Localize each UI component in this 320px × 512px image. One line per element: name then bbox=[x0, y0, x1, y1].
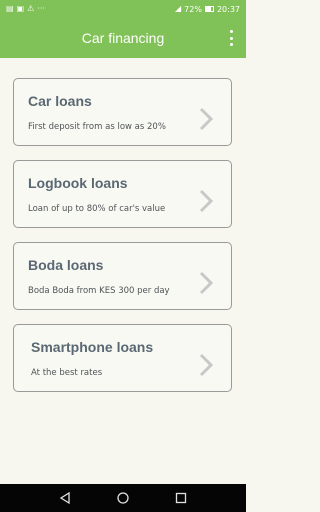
home-circle-icon[interactable] bbox=[116, 491, 130, 505]
loan-list: Car loans First deposit from as low as 2… bbox=[0, 58, 246, 484]
chevron-right-icon bbox=[199, 189, 213, 213]
card-subtitle: At the best rates bbox=[31, 368, 103, 378]
card-subtitle: Loan of up to 80% of car's value bbox=[28, 204, 166, 214]
card-boda-loans[interactable]: Boda loans Boda Boda from KES 300 per da… bbox=[13, 242, 232, 310]
card-subtitle: First deposit from as low as 20% bbox=[28, 122, 166, 132]
battery-percent: 72% bbox=[184, 4, 202, 14]
page-title: Car financing bbox=[81, 30, 165, 46]
chevron-right-icon bbox=[199, 107, 213, 131]
document-icon: ▤ bbox=[6, 4, 14, 13]
dot bbox=[229, 36, 233, 40]
chevron-right-icon bbox=[199, 353, 213, 377]
card-logbook-loans[interactable]: Logbook loans Loan of up to 80% of car's… bbox=[13, 160, 232, 228]
dot bbox=[229, 43, 233, 46]
card-subtitle: Boda Boda from KES 300 per day bbox=[28, 286, 170, 296]
back-triangle-icon[interactable] bbox=[58, 491, 72, 505]
card-title: Boda loans bbox=[28, 257, 104, 273]
card-car-loans[interactable]: Car loans First deposit from as low as 2… bbox=[13, 78, 232, 146]
status-system: ◢ 72% 20:37 bbox=[175, 5, 240, 14]
status-notifications: ▤ ▣ ⚠ ··· bbox=[6, 5, 45, 13]
status-time: 20:37 bbox=[216, 4, 240, 14]
dot bbox=[229, 30, 233, 33]
warning-icon: ⚠ bbox=[27, 4, 35, 13]
chevron-right-icon bbox=[199, 271, 213, 295]
more-vert-icon[interactable] bbox=[228, 30, 234, 46]
card-title: Smartphone loans bbox=[31, 339, 154, 355]
recents-square-icon[interactable] bbox=[174, 491, 188, 505]
signal-icon: ◢ bbox=[175, 4, 182, 13]
gallery-icon: ▣ bbox=[16, 4, 25, 13]
card-title: Car loans bbox=[28, 93, 92, 109]
system-nav-bar bbox=[0, 484, 246, 512]
dots-icon: ··· bbox=[37, 4, 45, 13]
card-smartphone-loans[interactable]: Smartphone loans At the best rates bbox=[13, 324, 232, 392]
card-title: Logbook loans bbox=[28, 175, 128, 191]
battery-icon bbox=[204, 6, 214, 12]
status-bar: ▤ ▣ ⚠ ··· ◢ 72% 20:37 bbox=[0, 0, 246, 18]
app-bar: Car financing bbox=[0, 18, 246, 58]
